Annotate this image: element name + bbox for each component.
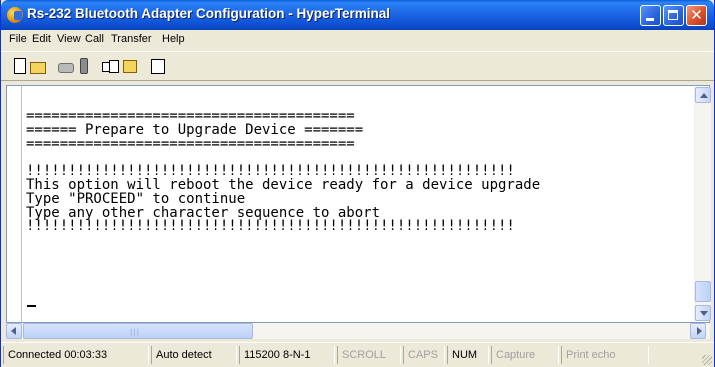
chevron-left-icon xyxy=(11,327,16,335)
open-folder-icon[interactable] xyxy=(29,57,47,75)
scroll-down-button[interactable] xyxy=(695,305,711,321)
new-file-icon[interactable] xyxy=(11,57,29,75)
scroll-right-button[interactable] xyxy=(690,323,706,339)
terminal-line: ======================================= xyxy=(26,135,355,152)
disconnect-icon[interactable] xyxy=(57,57,75,75)
scroll-left-button[interactable] xyxy=(6,323,22,339)
menu-bar: File Edit View Call Transfer Help xyxy=(1,30,714,50)
status-detect: Auto detect xyxy=(151,346,237,364)
grip-icon: ||| xyxy=(130,328,141,336)
hyperterminal-window: Rs-232 Bluetooth Adapter Configuration -… xyxy=(0,0,715,367)
status-scroll: SCROLL xyxy=(337,346,401,364)
status-num: NUM xyxy=(447,346,489,364)
chevron-right-icon xyxy=(697,327,702,335)
terminal-area[interactable]: ======================================= … xyxy=(6,85,711,323)
status-baud: 115200 8-N-1 xyxy=(239,346,335,364)
status-capture: Capture xyxy=(491,346,559,364)
close-icon: ✕ xyxy=(690,6,703,24)
chevron-up-icon xyxy=(700,93,708,98)
status-caps: CAPS xyxy=(403,346,445,364)
status-print-echo: Print echo xyxy=(561,346,649,364)
status-connected: Connected 00:03:33 xyxy=(3,346,149,364)
toolbar xyxy=(1,51,714,81)
properties-icon[interactable] xyxy=(149,57,167,75)
close-button[interactable]: ✕ xyxy=(686,5,707,26)
send-icon[interactable] xyxy=(101,57,119,75)
dial-icon[interactable] xyxy=(75,57,93,75)
menu-edit[interactable]: Edit xyxy=(32,33,51,45)
hyperterminal-app-icon[interactable] xyxy=(7,7,23,23)
menu-view[interactable]: View xyxy=(57,33,81,45)
menu-file[interactable]: File xyxy=(9,33,27,45)
receive-icon[interactable] xyxy=(121,57,139,75)
status-bar: Connected 00:03:33 Auto detect 115200 8-… xyxy=(1,342,714,367)
chevron-down-icon xyxy=(700,311,708,316)
title-bar[interactable]: Rs-232 Bluetooth Adapter Configuration -… xyxy=(1,0,714,30)
text-cursor xyxy=(27,305,36,307)
minimize-button[interactable] xyxy=(640,5,661,26)
horizontal-scrollbar[interactable]: ||| xyxy=(6,323,710,339)
terminal-output: ======================================= … xyxy=(26,109,540,235)
menu-help[interactable]: Help xyxy=(162,33,185,45)
window-title: Rs-232 Bluetooth Adapter Configuration -… xyxy=(27,6,391,21)
horizontal-scroll-thumb[interactable]: ||| xyxy=(23,323,253,339)
menu-transfer[interactable]: Transfer xyxy=(111,33,152,45)
maximize-button[interactable] xyxy=(663,5,684,26)
scroll-up-button[interactable] xyxy=(695,87,711,103)
resize-grip-icon[interactable] xyxy=(702,355,712,365)
menu-call[interactable]: Call xyxy=(85,33,104,45)
vertical-scroll-thumb[interactable] xyxy=(695,281,711,302)
vertical-scrollbar[interactable] xyxy=(694,87,711,321)
terminal-line: !!!!!!!!!!!!!!!!!!!!!!!!!!!!!!!!!!!!!!!!… xyxy=(26,218,515,235)
terminal-gutter xyxy=(7,86,22,322)
